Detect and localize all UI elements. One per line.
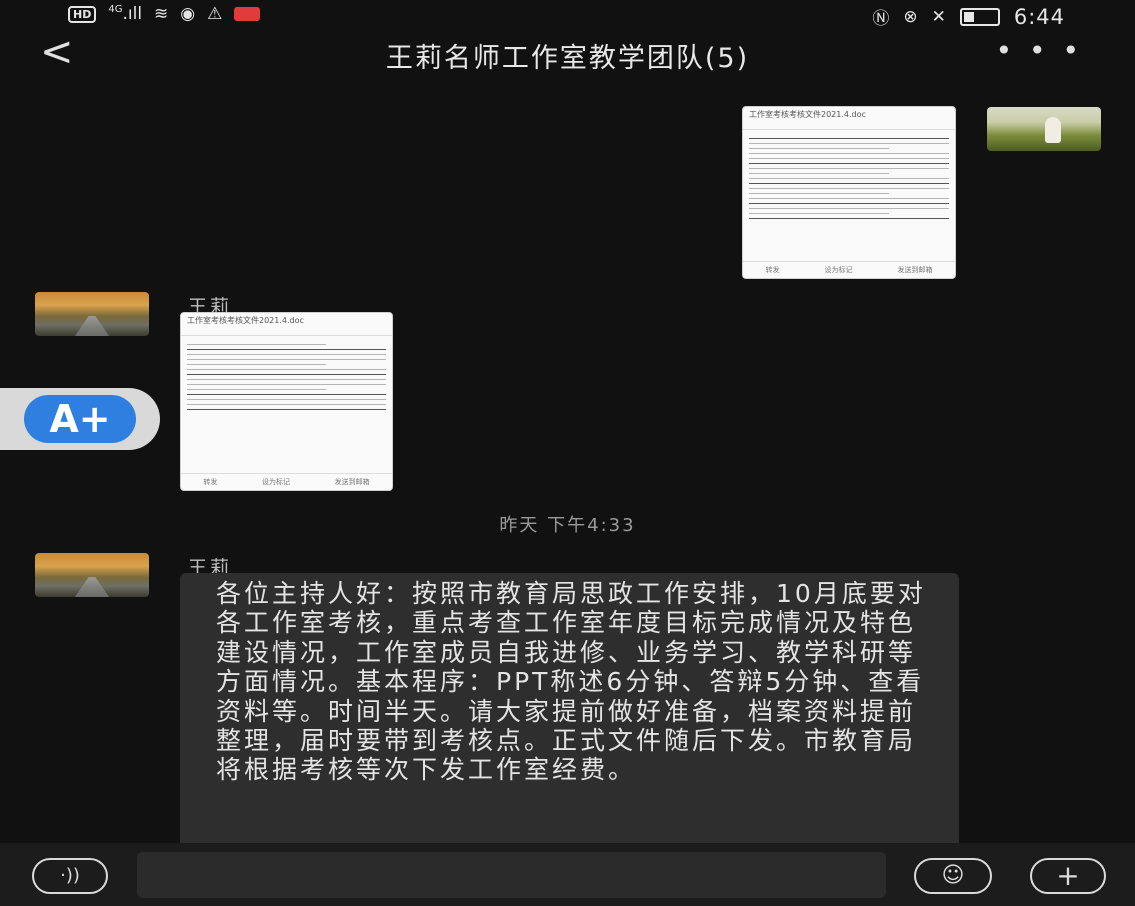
- battery-icon: [959, 7, 1000, 26]
- my-avatar[interactable]: [987, 107, 1101, 151]
- received-document-image[interactable]: 工作室考核考核文件2021.4.doc 转发 设为标记 发送到邮箱: [180, 312, 393, 491]
- plus-icon[interactable]: +: [1030, 858, 1106, 894]
- message-input[interactable]: [137, 852, 886, 898]
- assistant-icon: A+: [24, 395, 136, 443]
- input-bar: ·)) ☺ +: [0, 843, 1135, 906]
- voice-icon[interactable]: ·)): [32, 858, 108, 894]
- nfc-icon: Ⓝ: [872, 9, 890, 29]
- text-message-bubble[interactable]: 各位主持人好：按照市教育局思政工作安排，10月底要对各工作室考核，重点考查工作室…: [180, 573, 959, 853]
- doc-footer: 转发 设为标记 发送到邮箱: [743, 261, 955, 278]
- notification-icon: ⚠: [207, 4, 223, 24]
- eye-icon: ◉: [180, 4, 196, 24]
- floating-assistant-button[interactable]: A+: [0, 388, 160, 450]
- message-timestamp: 昨天 下午4:33: [499, 515, 636, 536]
- signal-icon: 4G.ıll: [108, 4, 143, 24]
- emoji-icon[interactable]: ☺: [914, 858, 992, 894]
- alarm-icon: ⊗: [903, 6, 918, 27]
- doc-table: [743, 130, 955, 227]
- clock: 6:44: [1013, 4, 1065, 29]
- chat-header: < 王莉名师工作室教学团队(5) • • •: [0, 30, 1135, 80]
- message-text: 各位主持人好：按照市教育局思政工作安排，10月底要对各工作室考核，重点考查工作室…: [216, 579, 926, 785]
- doc-title: 工作室考核考核文件2021.4.doc: [743, 107, 955, 130]
- doc-title: 工作室考核考核文件2021.4.doc: [181, 313, 392, 336]
- ellipsis-icon[interactable]: • • •: [996, 34, 1083, 67]
- chat-title: 王莉名师工作室教学团队(5): [385, 43, 750, 74]
- doc-footer: 转发 设为标记 发送到邮箱: [181, 473, 392, 490]
- app-badge-icon: [234, 7, 261, 21]
- sender-avatar[interactable]: [35, 292, 149, 336]
- sender-avatar[interactable]: [35, 553, 149, 597]
- doc-table: [181, 336, 392, 418]
- wifi-icon: ≋: [154, 4, 169, 24]
- status-bar: HD 4G.ıll ≋ ◉ ⚠ Ⓝ ⊗ ✕ 6:44: [0, 0, 1135, 30]
- mute-icon: ✕: [931, 6, 946, 27]
- sent-document-image[interactable]: 工作室考核考核文件2021.4.doc 转发 设为标记 发送到邮箱: [742, 106, 956, 279]
- hd-badge: HD: [68, 5, 97, 23]
